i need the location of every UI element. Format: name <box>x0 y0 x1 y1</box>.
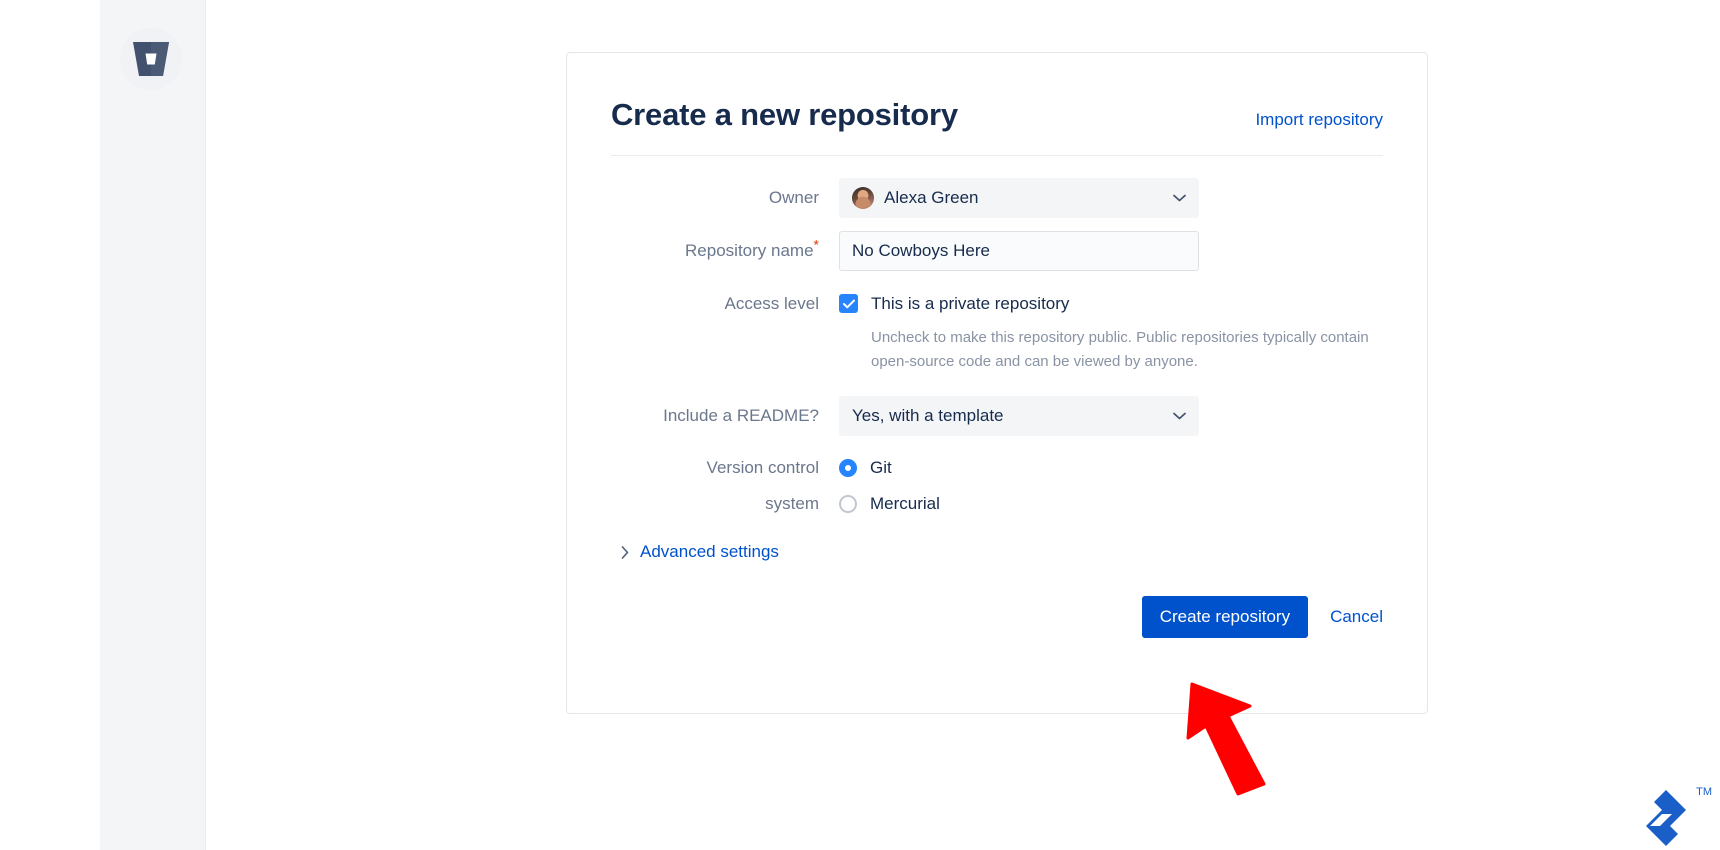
readme-control: Yes, with a template <box>839 396 1383 437</box>
private-repository-checkbox[interactable] <box>839 294 858 314</box>
chevron-down-icon <box>1173 407 1186 425</box>
checkmark-icon <box>842 299 855 308</box>
advanced-settings-row[interactable]: Advanced settings <box>621 542 1383 562</box>
owner-row: Owner Alexa Green <box>611 177 1383 218</box>
owner-select[interactable]: Alexa Green <box>839 177 1199 218</box>
repository-name-label-text: Repository name <box>685 240 814 260</box>
advanced-settings-link[interactable]: Advanced settings <box>640 542 779 562</box>
version-control-label-line1: Version control <box>706 458 819 478</box>
user-avatar <box>852 186 874 209</box>
access-level-control: This is a private repository Uncheck to … <box>839 284 1383 375</box>
card-header: Create a new repository Import repositor… <box>567 53 1427 133</box>
version-control-option-git[interactable]: Git <box>839 450 1383 486</box>
radio-mercurial-label: Mercurial <box>870 494 940 514</box>
version-control-control: Git Mercurial <box>839 450 1383 522</box>
repository-name-label: Repository name* <box>611 231 839 271</box>
radio-git-label: Git <box>870 458 892 478</box>
repository-name-control <box>839 230 1383 271</box>
cancel-link[interactable]: Cancel <box>1330 607 1383 627</box>
version-control-label-line2: system <box>765 494 819 514</box>
readme-value: Yes, with a template <box>852 406 1004 426</box>
owner-label: Owner <box>768 187 819 207</box>
owner-control: Alexa Green <box>839 177 1383 218</box>
private-repository-checkbox-row[interactable]: This is a private repository <box>839 284 1383 324</box>
chevron-down-icon <box>1173 189 1186 207</box>
access-level-label: Access level <box>724 293 819 313</box>
readme-select[interactable]: Yes, with a template <box>839 396 1199 437</box>
trademark-symbol: TM <box>1696 786 1712 798</box>
repository-name-row: Repository name* <box>611 230 1383 271</box>
readme-row: Include a README? Yes, with a template <box>611 396 1383 437</box>
left-sidebar <box>100 0 206 850</box>
version-control-row: Version control system Git Mercurial <box>611 450 1383 522</box>
access-level-help-text: Uncheck to make this repository public. … <box>871 328 1369 370</box>
radio-mercurial[interactable] <box>839 495 857 514</box>
create-repository-button[interactable]: Create repository <box>1141 596 1309 639</box>
version-control-label: Version control system <box>611 450 839 522</box>
atlassian-mark-icon: TM <box>1630 776 1718 846</box>
required-marker: * <box>813 235 819 252</box>
create-repository-card: Create a new repository Import repositor… <box>566 52 1428 714</box>
header-divider <box>611 154 1383 156</box>
screen: Create a new repository Import repositor… <box>0 0 1720 850</box>
version-control-option-mercurial[interactable]: Mercurial <box>839 486 1383 522</box>
owner-value: Alexa Green <box>884 187 979 207</box>
chevron-right-icon <box>621 545 629 559</box>
create-repository-form: Owner Alexa Green Repository name* No Co… <box>567 177 1427 563</box>
private-repository-label: This is a private repository <box>871 293 1070 313</box>
readme-label: Include a README? <box>663 406 819 426</box>
form-actions: Create repository Cancel <box>567 596 1427 639</box>
bitbucket-logo-icon[interactable] <box>120 28 182 90</box>
access-level-row: Access level This is a private repositor… <box>611 284 1383 375</box>
radio-git[interactable] <box>839 459 857 478</box>
page-title: Create a new repository <box>611 97 958 132</box>
repository-name-input[interactable] <box>839 230 1199 271</box>
import-repository-link[interactable]: Import repository <box>1255 110 1383 130</box>
